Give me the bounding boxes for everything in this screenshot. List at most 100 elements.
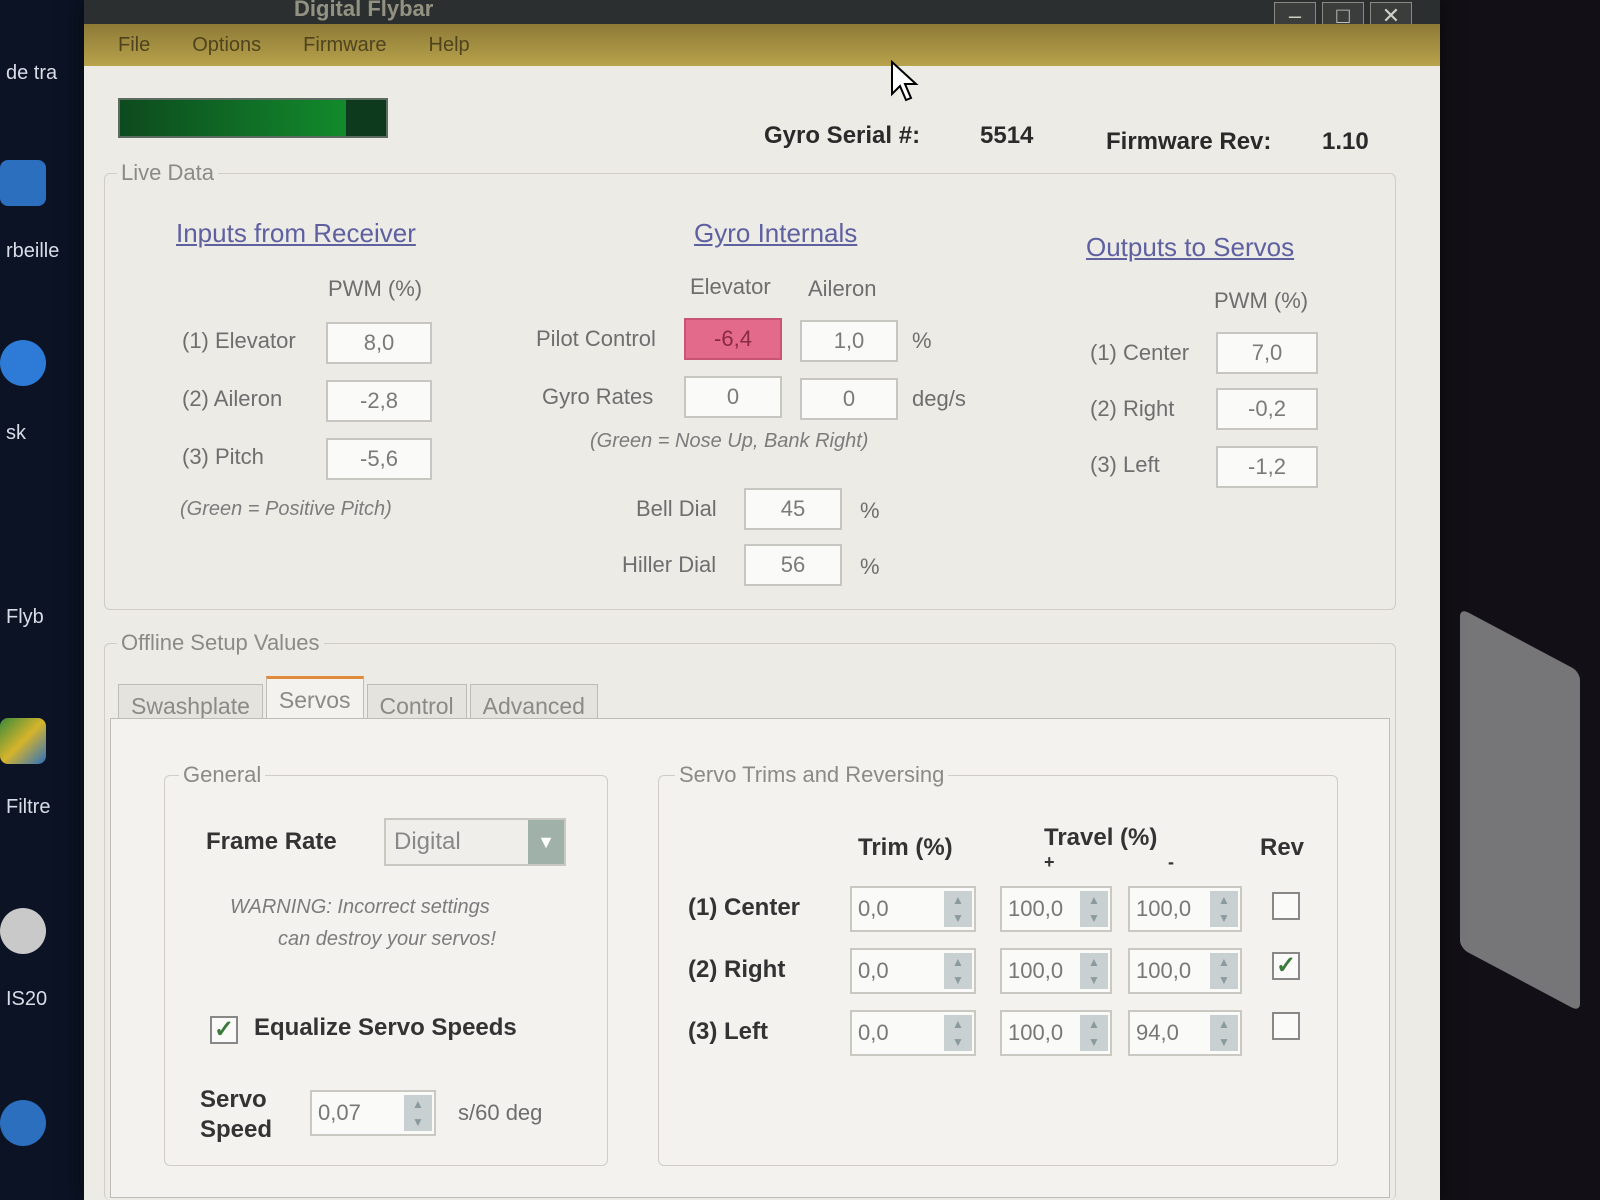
desktop-right bbox=[1440, 0, 1600, 1200]
input-elevator-label: (1) Elevator bbox=[182, 328, 296, 353]
gyro-note: (Green = Nose Up, Bank Right) bbox=[590, 430, 869, 452]
spinner-arrows-icon[interactable]: ▲ ▼ bbox=[944, 953, 972, 989]
connection-progress-bar bbox=[118, 98, 388, 138]
inputs-pwm-header: PWM (%) bbox=[328, 276, 423, 301]
desktop-label: Filtre bbox=[6, 796, 51, 818]
menu-options[interactable]: Options bbox=[192, 34, 261, 57]
travel-minus-right-spinner[interactable]: 100,0 ▲ ▼ bbox=[1128, 948, 1242, 994]
pilot-control-unit: % bbox=[912, 328, 932, 353]
spinner-arrows-icon[interactable]: ▲ ▼ bbox=[1210, 1015, 1238, 1051]
travel-plus-left-spinner[interactable]: 100,0 ▲ ▼ bbox=[1000, 1010, 1112, 1056]
trim-right-spinner[interactable]: 0,0 ▲ ▼ bbox=[850, 948, 976, 994]
servo-speed-spinner[interactable]: 0,07 ▲ ▼ bbox=[310, 1090, 436, 1136]
travel-plus-center-spinner[interactable]: 100,0 ▲ ▼ bbox=[1000, 886, 1112, 932]
travel-plus-left-value: 100,0 bbox=[1008, 1020, 1064, 1045]
input-pitch-label: (3) Pitch bbox=[182, 444, 264, 469]
general-legend: General bbox=[183, 762, 262, 787]
inputs-note: (Green = Positive Pitch) bbox=[180, 498, 392, 520]
rev-center-checkbox[interactable] bbox=[1272, 892, 1300, 920]
travel-plus-center-value: 100,0 bbox=[1008, 896, 1064, 921]
menu-bar: File Options Firmware Help bbox=[84, 24, 1440, 66]
mouse-cursor-icon bbox=[891, 60, 919, 102]
gyro-rates-label: Gyro Rates bbox=[542, 384, 654, 409]
menu-file[interactable]: File bbox=[118, 34, 150, 57]
app-window: Digital Flybar – □ ✕ File Options Firmwa… bbox=[84, 0, 1440, 1200]
servo-speed-value: 0,07 bbox=[318, 1100, 361, 1125]
input-elevator-value: 8,0 bbox=[326, 322, 432, 364]
internet-explorer-icon[interactable] bbox=[0, 340, 46, 386]
hiller-dial-value: 56 bbox=[744, 544, 842, 586]
travel-minus-center-spinner[interactable]: 100,0 ▲ ▼ bbox=[1128, 886, 1242, 932]
output-center-value: 7,0 bbox=[1216, 332, 1318, 374]
search-icon[interactable] bbox=[0, 1100, 46, 1146]
menu-help[interactable]: Help bbox=[429, 34, 470, 57]
output-left-value: -1,2 bbox=[1216, 446, 1318, 488]
menu-firmware[interactable]: Firmware bbox=[303, 34, 386, 57]
travel-plus-right-value: 100,0 bbox=[1008, 958, 1064, 983]
servo-trims-legend: Servo Trims and Reversing bbox=[679, 762, 945, 787]
travel-minus-right-value: 100,0 bbox=[1136, 958, 1192, 983]
title-bar: Digital Flybar – □ ✕ bbox=[84, 0, 1440, 32]
travel-minus-center-value: 100,0 bbox=[1136, 896, 1192, 921]
output-left-label: (3) Left bbox=[1090, 452, 1160, 477]
travel-header: Travel (%) bbox=[1044, 824, 1158, 851]
trim-row-right-label: (2) Right bbox=[688, 956, 786, 983]
desktop-left: de tra rbeille sk Flyb Filtre IS20 bbox=[0, 0, 88, 1200]
cd-drive-icon[interactable] bbox=[0, 908, 46, 954]
chevron-down-icon[interactable]: ▼ bbox=[528, 820, 564, 864]
spinner-arrows-icon[interactable]: ▲ ▼ bbox=[1080, 1015, 1108, 1051]
rev-header: Rev bbox=[1260, 834, 1305, 861]
trim-left-spinner[interactable]: 0,0 ▲ ▼ bbox=[850, 1010, 976, 1056]
output-right-label: (2) Right bbox=[1090, 396, 1175, 421]
spinner-arrows-icon[interactable]: ▲ ▼ bbox=[1080, 891, 1108, 927]
servo-speed-unit: s/60 deg bbox=[458, 1100, 543, 1125]
desktop-label: Flyb bbox=[6, 606, 44, 628]
desktop-label: rbeille bbox=[6, 240, 60, 262]
input-pitch-value: -5,6 bbox=[326, 438, 432, 480]
travel-minus-header: - bbox=[1168, 852, 1174, 872]
spinner-arrows-icon[interactable]: ▲ ▼ bbox=[1210, 953, 1238, 989]
firmware-value: 1.10 bbox=[1322, 128, 1369, 155]
spinner-arrows-icon[interactable]: ▲ ▼ bbox=[1210, 891, 1238, 927]
spinner-arrows-icon[interactable]: ▲ ▼ bbox=[944, 1015, 972, 1051]
spinner-arrows-icon[interactable]: ▲ ▼ bbox=[1080, 953, 1108, 989]
rev-left-checkbox[interactable] bbox=[1272, 1012, 1300, 1040]
equalize-checkbox[interactable]: ✓ bbox=[210, 1016, 238, 1044]
pilot-control-elevator: -6,4 bbox=[684, 318, 782, 360]
serial-value: 5514 bbox=[980, 122, 1034, 149]
travel-plus-right-spinner[interactable]: 100,0 ▲ ▼ bbox=[1000, 948, 1112, 994]
frame-rate-value: Digital bbox=[394, 828, 461, 855]
inputs-title: Inputs from Receiver bbox=[176, 218, 416, 248]
bell-dial-label: Bell Dial bbox=[636, 496, 717, 521]
warning-line-1: WARNING: Incorrect settings bbox=[230, 896, 490, 918]
firmware-label: Firmware Rev: bbox=[1106, 128, 1272, 155]
offline-setup-legend: Offline Setup Values bbox=[121, 630, 320, 655]
spinner-arrows-icon[interactable]: ▲ ▼ bbox=[944, 891, 972, 927]
frame-rate-select[interactable]: Digital ▼ bbox=[384, 818, 566, 866]
outputs-title: Outputs to Servos bbox=[1086, 232, 1295, 262]
gyro-rates-elevator: 0 bbox=[684, 376, 782, 418]
outputs-pwm-header: PWM (%) bbox=[1214, 288, 1309, 313]
output-center-label: (1) Center bbox=[1090, 340, 1190, 365]
trim-center-spinner[interactable]: 0,0 ▲ ▼ bbox=[850, 886, 976, 932]
travel-minus-left-spinner[interactable]: 94,0 ▲ ▼ bbox=[1128, 1010, 1242, 1056]
trim-row-left-label: (3) Left bbox=[688, 1018, 768, 1045]
recycle-bin-icon[interactable] bbox=[0, 160, 46, 206]
pilot-control-aileron: 1,0 bbox=[800, 320, 898, 362]
progress-fill bbox=[120, 100, 347, 136]
frame-rate-label: Frame Rate bbox=[206, 828, 337, 855]
pilot-control-label: Pilot Control bbox=[536, 326, 656, 351]
spinner-arrows-icon[interactable]: ▲ ▼ bbox=[404, 1095, 432, 1131]
live-data-legend: Live Data bbox=[121, 160, 214, 185]
trim-right-value: 0,0 bbox=[858, 958, 889, 983]
windows-icon[interactable] bbox=[0, 718, 46, 764]
rev-right-checkbox[interactable]: ✓ bbox=[1272, 952, 1300, 980]
gyro-rates-aileron: 0 bbox=[800, 378, 898, 420]
travel-minus-left-value: 94,0 bbox=[1136, 1020, 1179, 1045]
input-aileron-value: -2,8 bbox=[326, 380, 432, 422]
checkmark-icon: ✓ bbox=[213, 1016, 235, 1043]
bell-dial-value: 45 bbox=[744, 488, 842, 530]
trim-header: Trim (%) bbox=[858, 834, 953, 861]
hiller-dial-unit: % bbox=[860, 554, 880, 579]
gyro-aileron-header: Aileron bbox=[808, 276, 877, 301]
